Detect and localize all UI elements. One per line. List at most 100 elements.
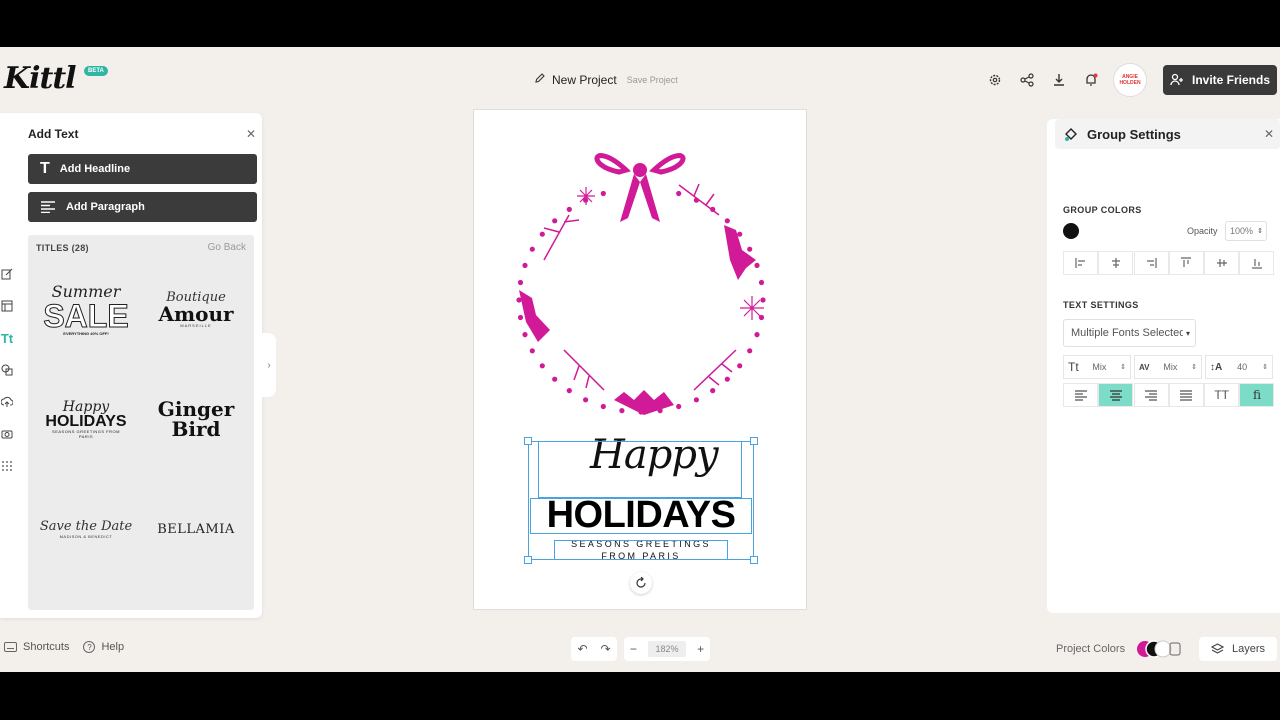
line-height-stepper[interactable]: ↕A 40 ⇕: [1205, 355, 1273, 379]
close-icon[interactable]: ✕: [1264, 127, 1274, 141]
gear-icon[interactable]: [986, 71, 1004, 89]
bell-icon[interactable]: [1082, 71, 1100, 89]
berry-dot: [747, 246, 753, 252]
group-settings-title: Group Settings: [1087, 126, 1181, 142]
berry-dot: [710, 388, 716, 394]
save-project-link[interactable]: Save Project: [627, 75, 678, 85]
group-settings-panel: Group Settings ✕ GROUP COLORS Opacity 10…: [1047, 119, 1280, 613]
layers-button[interactable]: Layers: [1199, 637, 1277, 661]
berry-dot: [552, 376, 558, 382]
title-template-bellamia[interactable]: BELLAMIA: [146, 489, 246, 569]
text-settings-label: TEXT SETTINGS: [1063, 300, 1139, 310]
shortcuts-label: Shortcuts: [23, 641, 70, 653]
collapse-panel-tab[interactable]: ›: [262, 333, 276, 397]
kittl-logo[interactable]: Kittl: [4, 61, 77, 96]
download-icon[interactable]: [1050, 71, 1068, 89]
uppercase-toggle[interactable]: TT: [1204, 383, 1240, 407]
title-template-save-the-date[interactable]: Save the Date MADISON & BENEDICT: [36, 489, 136, 569]
berry-dot: [676, 403, 682, 410]
title-template-ginger-bird[interactable]: Ginger Bird: [146, 379, 246, 459]
shapes-icon[interactable]: [0, 361, 14, 379]
group-settings-header: Group Settings: [1055, 119, 1280, 149]
berry-dot: [724, 376, 730, 382]
letter-spacing-stepper[interactable]: AV Mix ⇕: [1134, 355, 1202, 379]
tile-text: EVERYTHING 40% OFF!: [63, 331, 109, 336]
pencil-icon[interactable]: [534, 71, 546, 89]
left-rail: Tt: [0, 265, 16, 475]
align-right-icon[interactable]: [1133, 251, 1169, 275]
berry-dot: [737, 231, 743, 237]
invite-friends-button[interactable]: Invite Friends: [1163, 65, 1277, 95]
group-color-swatch-black[interactable]: [1063, 223, 1079, 239]
align-middle-v-icon[interactable]: [1204, 251, 1240, 275]
share-icon[interactable]: [1018, 71, 1036, 89]
tile-text: Bird: [171, 417, 221, 441]
resize-handle-bottom-left[interactable]: [524, 556, 532, 564]
project-color-swatches[interactable]: [1135, 639, 1185, 659]
grid-dots-icon[interactable]: [0, 457, 14, 475]
project-colors-label: Project Colors: [1056, 643, 1126, 655]
align-left-icon[interactable]: [1063, 251, 1098, 275]
script-selection-box: [538, 441, 742, 498]
tile-text: MADISON & BENEDICT: [59, 534, 113, 539]
align-top-icon[interactable]: [1168, 251, 1204, 275]
undo-icon[interactable]: ↶: [577, 642, 587, 656]
project-name[interactable]: New Project: [552, 73, 617, 87]
font-size-icon: Tt: [1068, 360, 1079, 374]
resize-handle-top-left[interactable]: [524, 437, 532, 445]
title-template-boutique-amour[interactable]: Boutique Amour MARSEILLE: [146, 269, 246, 349]
align-bottom-icon[interactable]: [1239, 251, 1275, 275]
redo-icon[interactable]: ↷: [600, 642, 610, 656]
berry-dot: [754, 332, 760, 338]
titles-section-label: TITLES (28): [36, 243, 89, 253]
rotate-handle[interactable]: [630, 572, 652, 594]
app-window: Kittl BETA New Project Save Project ANGI…: [0, 47, 1280, 672]
title-template-happy-holidays[interactable]: Happy HOLIDAYS SEASONS GREETINGS FROM PA…: [36, 379, 136, 459]
align-center-h-icon[interactable]: [1098, 251, 1134, 275]
help-icon: ?: [83, 641, 96, 653]
text-justify-icon[interactable]: [1168, 383, 1204, 407]
add-paragraph-button[interactable]: Add Paragraph: [28, 192, 257, 222]
resize-handle-top-right[interactable]: [750, 437, 758, 445]
help-link[interactable]: ? Help: [83, 641, 124, 653]
font-select[interactable]: Multiple Fonts Selected ▾: [1063, 319, 1196, 347]
go-back-link[interactable]: Go Back: [208, 242, 246, 253]
berry-dot: [758, 279, 765, 286]
text-align-center-icon[interactable]: [1098, 383, 1134, 407]
zoom-level[interactable]: 182%: [648, 641, 686, 657]
layout-icon[interactable]: [0, 297, 14, 315]
group-colors-label: GROUP COLORS: [1063, 205, 1142, 215]
zoom-in-button[interactable]: +: [697, 642, 704, 656]
berry-dot: [693, 197, 699, 203]
resize-handle-bottom-right[interactable]: [750, 556, 758, 564]
text-align-right-icon[interactable]: [1133, 383, 1169, 407]
edit-icon[interactable]: [0, 265, 14, 283]
project-color-white[interactable]: [1154, 640, 1172, 658]
artboard[interactable]: Happy HOLIDAYS SEASONS GREETINGS FROM PA…: [473, 109, 807, 610]
avatar[interactable]: ANGIE HOLDEN: [1113, 63, 1147, 97]
shortcuts-link[interactable]: Shortcuts: [4, 641, 69, 653]
text-align-left-icon[interactable]: [1063, 383, 1098, 407]
opacity-value: 100%: [1230, 226, 1254, 236]
wreath-berries: [516, 190, 766, 415]
tile-text: HOLIDAYS: [45, 413, 127, 430]
ligatures-icon[interactable]: ﬁ: [1239, 383, 1275, 407]
berry-dot: [566, 206, 572, 212]
zoom-out-button[interactable]: −: [630, 642, 637, 656]
title-template-summer-sale[interactable]: Summer SALE EVERYTHING 40% OFF!: [36, 269, 136, 349]
panel-title: Add Text: [28, 127, 79, 141]
berry-dot: [758, 314, 765, 321]
opacity-input[interactable]: 100% ⇕: [1225, 221, 1267, 241]
add-headline-button[interactable]: T Add Headline: [28, 154, 257, 184]
letter-spacing-icon: AV: [1139, 362, 1150, 372]
close-icon[interactable]: ✕: [246, 127, 256, 141]
chevron-down-icon: ▾: [1185, 328, 1190, 338]
text-icon[interactable]: Tt: [0, 329, 14, 347]
opacity-label: Opacity: [1187, 226, 1218, 236]
uppercase-label: TT: [1214, 388, 1230, 402]
headline-selection-box: [530, 498, 752, 534]
camera-icon[interactable]: [0, 425, 14, 443]
upload-icon[interactable]: [0, 393, 14, 411]
font-size-stepper[interactable]: Tt Mix ⇕: [1063, 355, 1131, 379]
berry-dot: [522, 332, 528, 338]
